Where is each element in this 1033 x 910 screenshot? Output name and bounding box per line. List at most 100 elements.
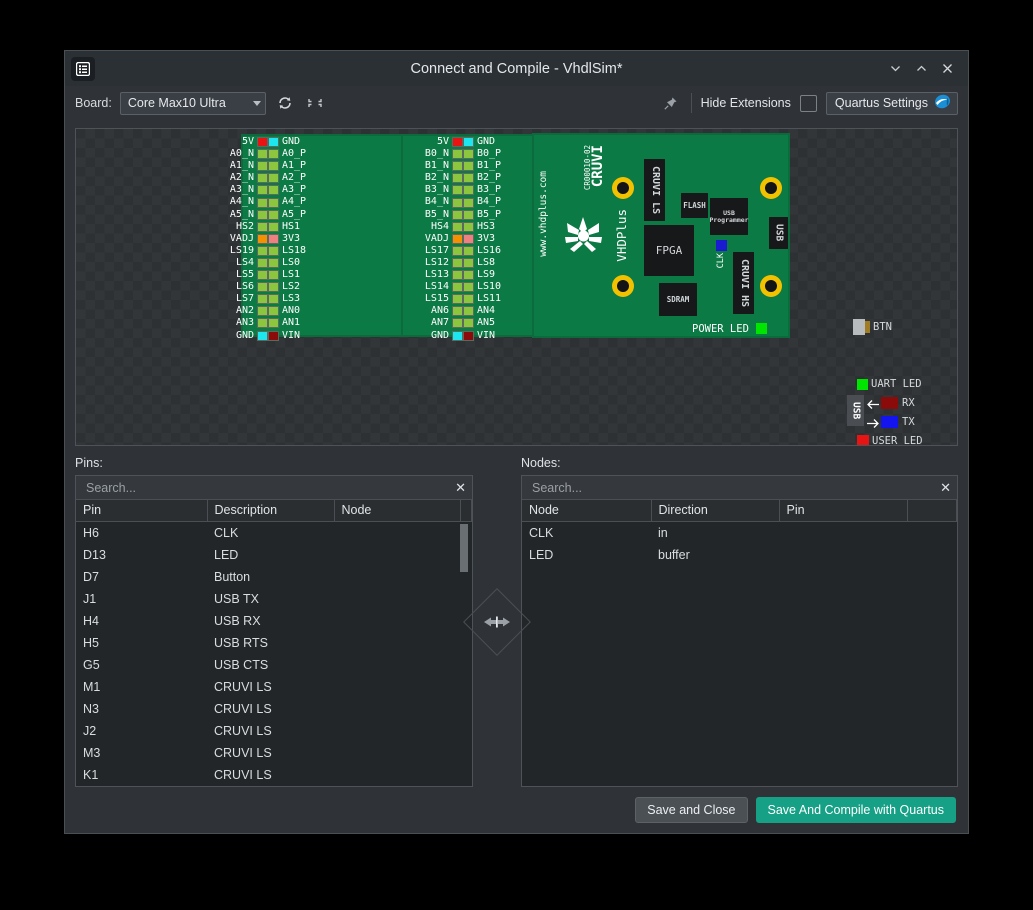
pin-pad[interactable] xyxy=(268,149,279,159)
pin-pad[interactable] xyxy=(257,306,268,316)
pin-row[interactable]: LS13LS9 xyxy=(401,269,501,281)
pin-row[interactable]: LS6LS2 xyxy=(206,281,306,293)
pin-row[interactable]: GNDVIN xyxy=(206,330,306,342)
table-row[interactable]: J1USB TX xyxy=(76,588,472,610)
pin-pad[interactable] xyxy=(463,137,474,147)
pin-pad[interactable] xyxy=(452,258,463,268)
pin-row[interactable]: HS2HS1 xyxy=(206,221,306,233)
pin-pad[interactable] xyxy=(268,306,279,316)
pin-pad[interactable] xyxy=(452,210,463,220)
pin-pad[interactable] xyxy=(268,198,279,208)
pin-pad[interactable] xyxy=(268,234,279,244)
pin-row[interactable]: A3_NA3_P xyxy=(206,184,306,196)
pin-row[interactable]: VADJ3V3 xyxy=(401,233,501,245)
pin-pad[interactable] xyxy=(268,294,279,304)
nodes-col-direction[interactable]: Direction xyxy=(651,500,779,521)
pin-row[interactable]: 5VGND xyxy=(206,136,306,148)
hide-extensions-checkbox[interactable] xyxy=(800,95,817,112)
pins-col-pin[interactable]: Pin xyxy=(76,500,207,521)
pin-pad[interactable] xyxy=(452,331,463,341)
pins-col-description[interactable]: Description xyxy=(207,500,334,521)
table-row[interactable]: CLKin xyxy=(522,522,957,544)
pin-pad[interactable] xyxy=(452,161,463,171)
pin-pad[interactable] xyxy=(452,306,463,316)
pin-pad[interactable] xyxy=(257,318,268,328)
pin-row[interactable]: A5_NA5_P xyxy=(206,209,306,221)
pin-pad[interactable] xyxy=(463,270,474,280)
table-row[interactable]: M3CRUVI LS xyxy=(76,742,472,764)
pin-pad[interactable] xyxy=(452,198,463,208)
pin-pad[interactable] xyxy=(463,306,474,316)
pin-row[interactable]: A2_NA2_P xyxy=(206,172,306,184)
pin-row[interactable]: LS7LS3 xyxy=(206,293,306,305)
pin-row[interactable]: B4_NB4_P xyxy=(401,196,501,208)
save-and-compile-button[interactable]: Save And Compile with Quartus xyxy=(756,797,956,823)
pin-pad[interactable] xyxy=(452,137,463,147)
table-row[interactable]: H5USB RTS xyxy=(76,632,472,654)
pin-pad[interactable] xyxy=(452,234,463,244)
pin-pad[interactable] xyxy=(268,137,279,147)
pin-pad[interactable] xyxy=(463,258,474,268)
pin-row[interactable]: LS12LS8 xyxy=(401,257,501,269)
pin-pad[interactable] xyxy=(257,161,268,171)
pin-pad[interactable] xyxy=(463,185,474,195)
pins-search-clear-icon[interactable]: ✕ xyxy=(449,480,466,496)
pin-row[interactable]: B5_NB5_P xyxy=(401,209,501,221)
pin-pad[interactable] xyxy=(268,222,279,232)
pin-pad[interactable] xyxy=(268,282,279,292)
table-row[interactable]: D7Button xyxy=(76,566,472,588)
pin-pad[interactable] xyxy=(452,318,463,328)
pins-col-node[interactable]: Node xyxy=(334,500,460,521)
table-row[interactable]: N3CRUVI LS xyxy=(76,698,472,720)
board-canvas[interactable]: 5VGNDA0_NA0_PA1_NA1_PA2_NA2_PA3_NA3_PA4_… xyxy=(75,128,958,446)
pin-pad[interactable] xyxy=(452,222,463,232)
pin-row[interactable]: B0_NB0_P xyxy=(401,148,501,160)
pin-pad[interactable] xyxy=(257,185,268,195)
pin-pad[interactable] xyxy=(268,318,279,328)
quartus-settings-button[interactable]: Quartus Settings xyxy=(826,92,958,115)
pin-pad[interactable] xyxy=(268,246,279,256)
pin-row[interactable]: AN6AN4 xyxy=(401,305,501,317)
nodes-col-pin[interactable]: Pin xyxy=(779,500,907,521)
table-row[interactable]: K1CRUVI LS xyxy=(76,764,472,786)
pin-row[interactable]: VADJ3V3 xyxy=(206,233,306,245)
table-row[interactable]: M1CRUVI LS xyxy=(76,676,472,698)
pin-pad[interactable] xyxy=(257,149,268,159)
pin-row[interactable]: LS19LS18 xyxy=(206,245,306,257)
pin-row[interactable]: A0_NA0_P xyxy=(206,148,306,160)
pin-pad[interactable] xyxy=(463,318,474,328)
table-row[interactable]: H6CLK xyxy=(76,522,472,544)
pin-row[interactable]: LS17LS16 xyxy=(401,245,501,257)
pin-pad[interactable] xyxy=(268,270,279,280)
pin-pad[interactable] xyxy=(257,270,268,280)
pin-pad[interactable] xyxy=(452,270,463,280)
pin-pad[interactable] xyxy=(268,258,279,268)
pin-pad[interactable] xyxy=(257,246,268,256)
pin-row[interactable]: LS5LS1 xyxy=(206,269,306,281)
pin-pad[interactable] xyxy=(463,222,474,232)
pin-pad[interactable] xyxy=(257,234,268,244)
pin-pad[interactable] xyxy=(268,185,279,195)
pin-pad[interactable] xyxy=(268,161,279,171)
close-button[interactable] xyxy=(934,56,960,82)
pin-pad[interactable] xyxy=(463,234,474,244)
pin-pad[interactable] xyxy=(257,331,268,341)
pin-pad[interactable] xyxy=(257,222,268,232)
pin-row[interactable]: AN7AN5 xyxy=(401,317,501,329)
pin-row[interactable]: 5VGND xyxy=(401,136,501,148)
pin-pad[interactable] xyxy=(268,331,279,341)
pin-pad[interactable] xyxy=(257,294,268,304)
pin-row[interactable]: A1_NA1_P xyxy=(206,160,306,172)
pin-pad[interactable] xyxy=(463,282,474,292)
minimize-button[interactable] xyxy=(882,56,908,82)
board-select[interactable]: Core Max10 Ultra xyxy=(120,92,266,115)
pin-pad[interactable] xyxy=(463,246,474,256)
pin-pad[interactable] xyxy=(257,210,268,220)
pin-pad[interactable] xyxy=(463,173,474,183)
pin-pad[interactable] xyxy=(257,198,268,208)
pin-pad[interactable] xyxy=(463,210,474,220)
pin-pad[interactable] xyxy=(257,282,268,292)
pin-row[interactable]: LS14LS10 xyxy=(401,281,501,293)
pin-pad[interactable] xyxy=(463,161,474,171)
pin-row[interactable]: LS15LS11 xyxy=(401,293,501,305)
